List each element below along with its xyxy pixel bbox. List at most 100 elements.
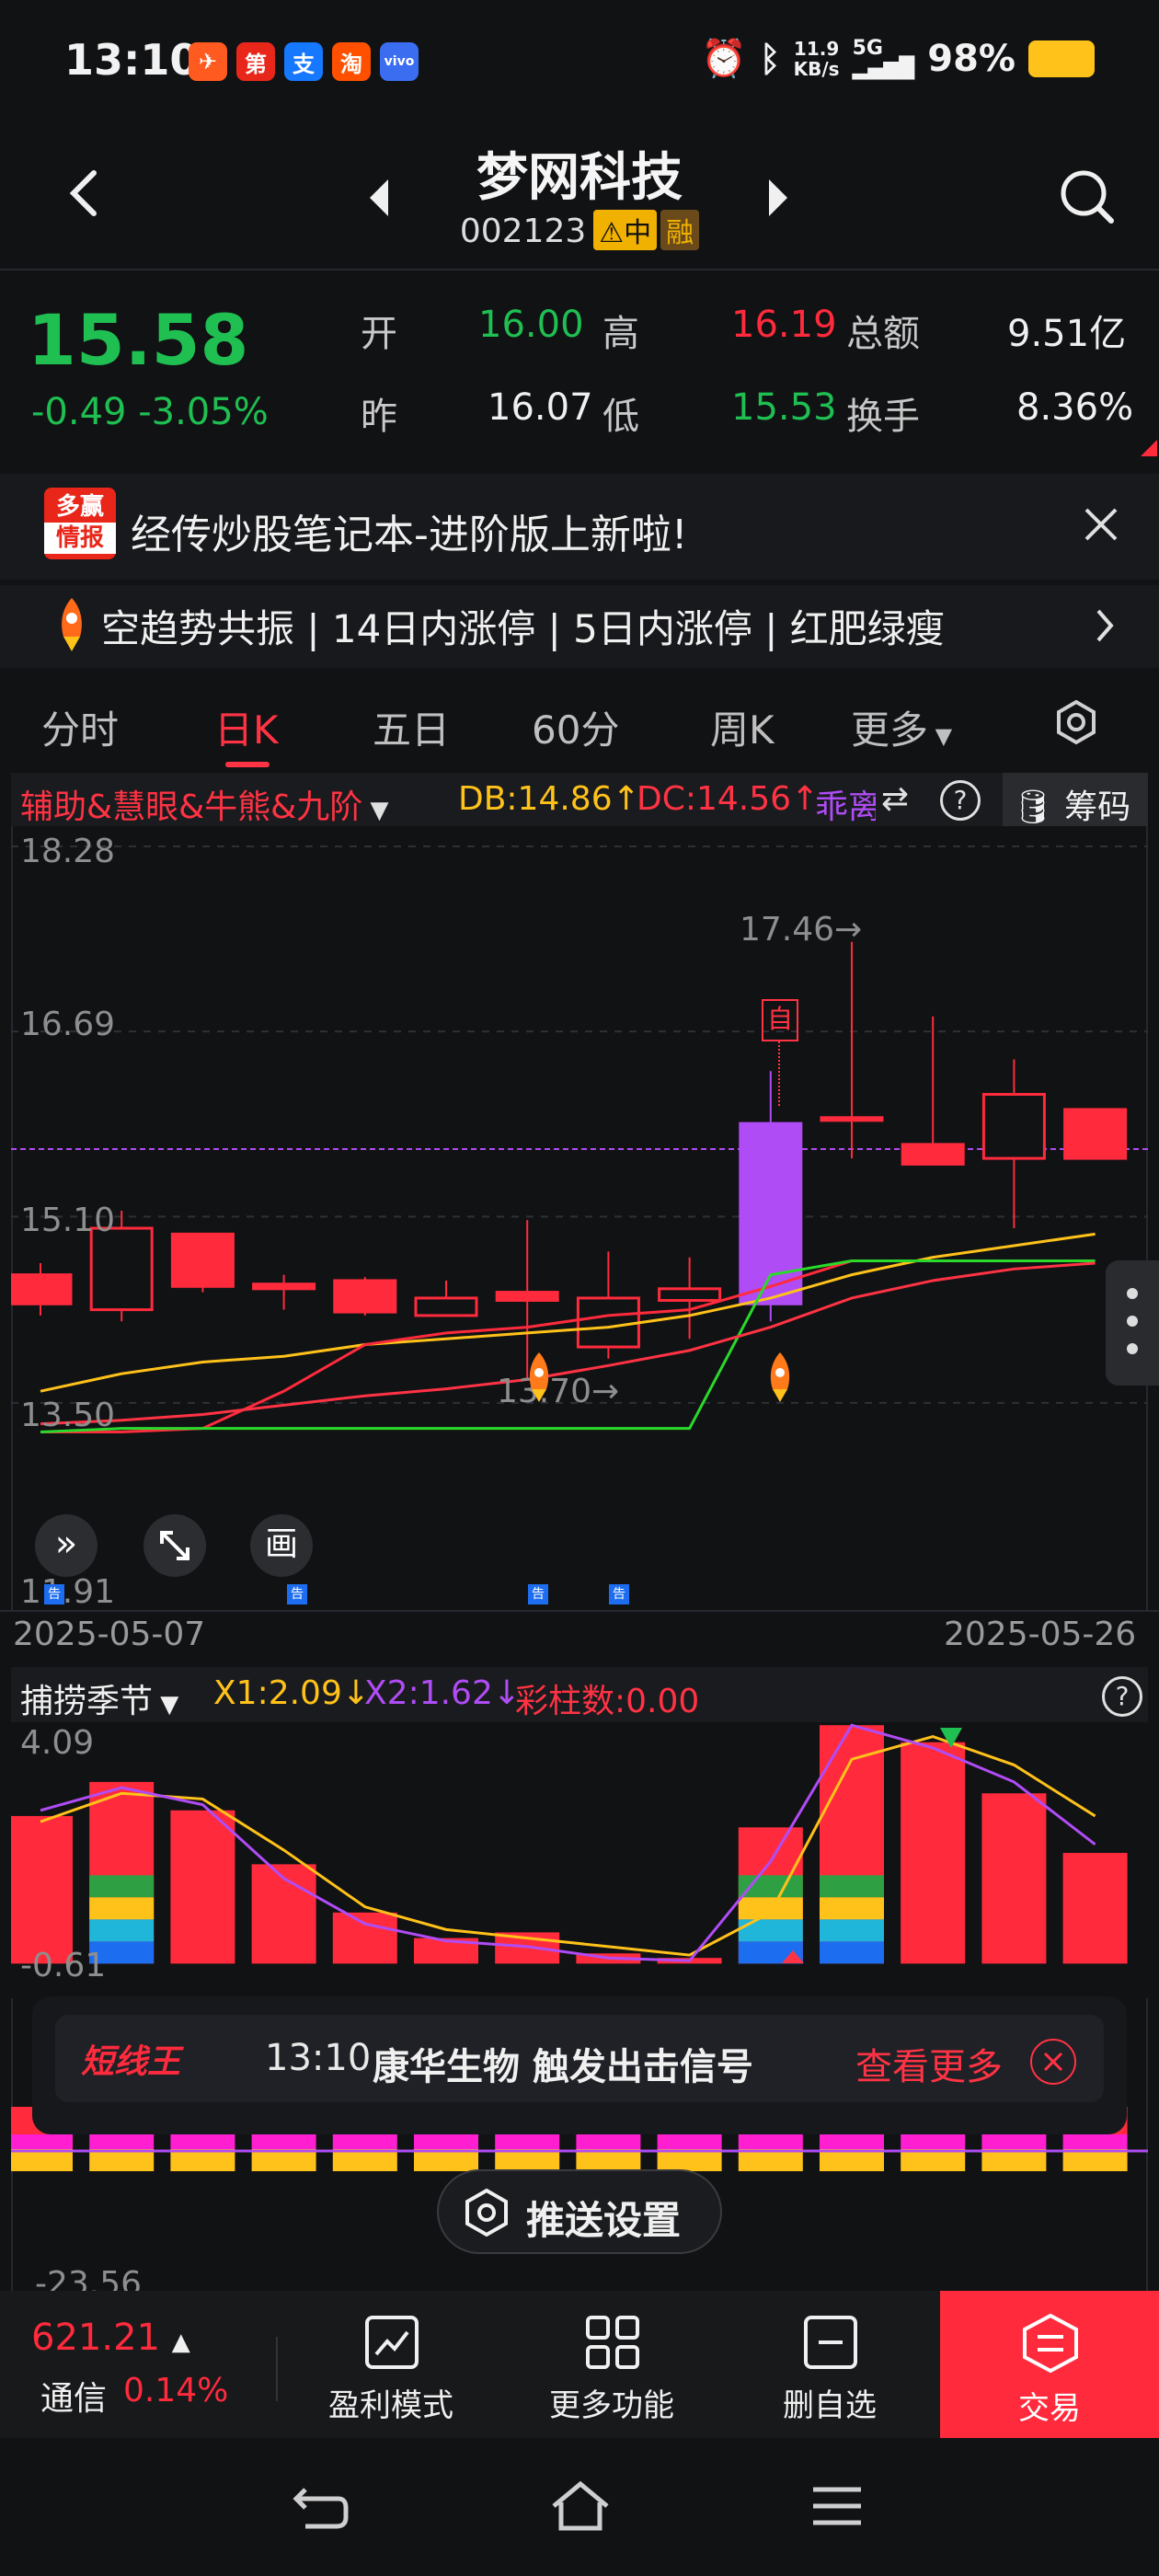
third-bar (332, 2134, 397, 2149)
high-value: 16.19 (731, 304, 837, 346)
index-change[interactable]: 0.14% (123, 2372, 228, 2409)
third-bar (576, 2134, 641, 2149)
draw-button[interactable]: 画 (250, 1514, 313, 1577)
back-gesture-icon[interactable] (293, 2482, 351, 2536)
index-value[interactable]: 621.21 ▲ (31, 2317, 190, 2359)
third-bar (89, 2149, 155, 2171)
bluetooth-icon: ᛒ (759, 38, 781, 79)
battery-icon (1028, 40, 1095, 77)
notice-marker[interactable]: 告 (528, 1584, 548, 1604)
self-select-marker: 自 (762, 999, 798, 1041)
tab-timeshare[interactable]: 分时 (41, 699, 119, 755)
sub-indicator-chart[interactable] (11, 1722, 1148, 1998)
tab-five-day[interactable]: 五日 (373, 699, 450, 755)
tab-60min[interactable]: 60分 (532, 699, 619, 755)
nav-trade-button[interactable]: 交易 (940, 2291, 1159, 2438)
banner-text: 经传炒股笔记本-进阶版上新啦! (131, 512, 688, 558)
third-bar (981, 2134, 1047, 2149)
switch-icon[interactable]: ⇄ (881, 780, 909, 818)
self-select-line (778, 1041, 780, 1106)
y-tick: 13.50 (20, 1397, 116, 1434)
dc-value: DC:14.56↑ (637, 780, 820, 818)
brand-logo: 短线王 (81, 2043, 181, 2081)
notice-marker[interactable]: 告 (609, 1584, 629, 1604)
popup-close-button[interactable] (1030, 2039, 1076, 2085)
candlestick-chart[interactable] (11, 826, 1148, 1610)
sub-indicator-selector[interactable]: 捕捞季节 ▼ (20, 1674, 178, 1722)
rocket-signal-icon (515, 1351, 563, 1408)
prev-close-value: 16.07 (488, 386, 593, 429)
sub-y-bottom: -0.61 (20, 1947, 107, 1984)
sub-y-top: 4.09 (20, 1724, 95, 1762)
open-value: 16.00 (478, 304, 584, 346)
third-bar (414, 2149, 478, 2171)
price-change: -0.49 -3.05% (31, 391, 269, 433)
chart-trend-icon (365, 2316, 419, 2369)
color-segment (820, 1919, 884, 1942)
help-icon[interactable]: ? (1102, 1676, 1142, 1717)
popup-message: 康华生物 触发出击信号 (373, 2046, 753, 2088)
index-name[interactable]: 通信 (40, 2372, 107, 2420)
status-time: 13:10 (64, 35, 200, 85)
color-segment (89, 1875, 155, 1898)
nav-more-functions[interactable]: 更多功能 (529, 2305, 694, 2433)
third-bar (11, 2134, 73, 2149)
notice-marker[interactable]: 告 (44, 1584, 64, 1604)
home-icon[interactable] (548, 2478, 613, 2537)
candle-body (981, 1093, 1046, 1160)
third-bar (981, 2149, 1047, 2171)
minus-box-icon (804, 2316, 857, 2369)
nav-label: 删自选 (783, 2387, 877, 2424)
tab-more[interactable]: 更多 ▼ (851, 699, 952, 755)
high-label: 高 (602, 313, 639, 355)
third-bar (332, 2149, 397, 2171)
third-bar (576, 2149, 641, 2171)
tab-daily-k[interactable]: 日K (214, 699, 279, 755)
close-icon[interactable] (1081, 504, 1121, 548)
hexagon-settings-icon (462, 2188, 511, 2241)
candle-body (11, 1273, 73, 1305)
bias-value: 乖离 (815, 788, 876, 826)
settings-icon[interactable] (1053, 699, 1099, 749)
amount-value: 9.51亿 (1007, 313, 1127, 355)
stock-code: 002123 (459, 213, 587, 250)
expand-icon (160, 1531, 189, 1560)
help-icon[interactable]: ? (940, 780, 981, 821)
fullscreen-button[interactable] (143, 1514, 206, 1577)
notice-marker[interactable]: 告 (287, 1584, 307, 1604)
fast-forward-button[interactable]: » (35, 1514, 98, 1577)
stock-name: 梦网科技 (476, 148, 683, 208)
low-label: 低 (602, 396, 639, 438)
color-segment (89, 1919, 155, 1942)
chips-label[interactable]: 🛢 筹码 (1012, 780, 1130, 828)
app-notification-icon: 第 (236, 42, 275, 81)
color-segment (820, 1941, 884, 1964)
nav-remove-watchlist[interactable]: 删自选 (747, 2305, 912, 2433)
indicator-bar (1062, 1853, 1128, 1964)
indicator-selector[interactable]: 辅助&慧眼&牛熊&九阶 ▼ (20, 780, 388, 828)
duoying-logo: 多赢 情报 (44, 488, 116, 559)
rocket-icon (51, 596, 93, 657)
third-bar (495, 2149, 560, 2171)
taobao-icon: 淘 (332, 42, 371, 81)
chevron-right-icon[interactable] (1093, 607, 1117, 648)
divider (276, 2337, 278, 2401)
view-more-link[interactable]: 查看更多 (855, 2037, 1003, 2090)
color-segment (738, 1919, 803, 1942)
menu-icon[interactable] (809, 2484, 865, 2534)
nav-label: 更多功能 (549, 2387, 674, 2424)
y-tick: 15.10 (20, 1202, 116, 1239)
tab-weekly-k[interactable]: 周K (710, 699, 775, 755)
candle-body (89, 1226, 154, 1312)
candle-body (495, 1291, 559, 1302)
third-bar (170, 2149, 235, 2171)
nav-profit-mode[interactable]: 盈利模式 (308, 2305, 474, 2433)
indicator-bar (981, 1793, 1047, 1964)
side-menu-handle[interactable] (1106, 1260, 1159, 1386)
indicator-bar (901, 1742, 966, 1964)
turnover-value: 8.36% (1016, 386, 1134, 429)
stock-code-line: 002123 ⚠中融 (0, 210, 1159, 250)
search-icon[interactable] (1058, 167, 1117, 230)
trade-icon (1023, 2313, 1078, 2374)
expand-corner-icon[interactable] (1141, 440, 1157, 456)
